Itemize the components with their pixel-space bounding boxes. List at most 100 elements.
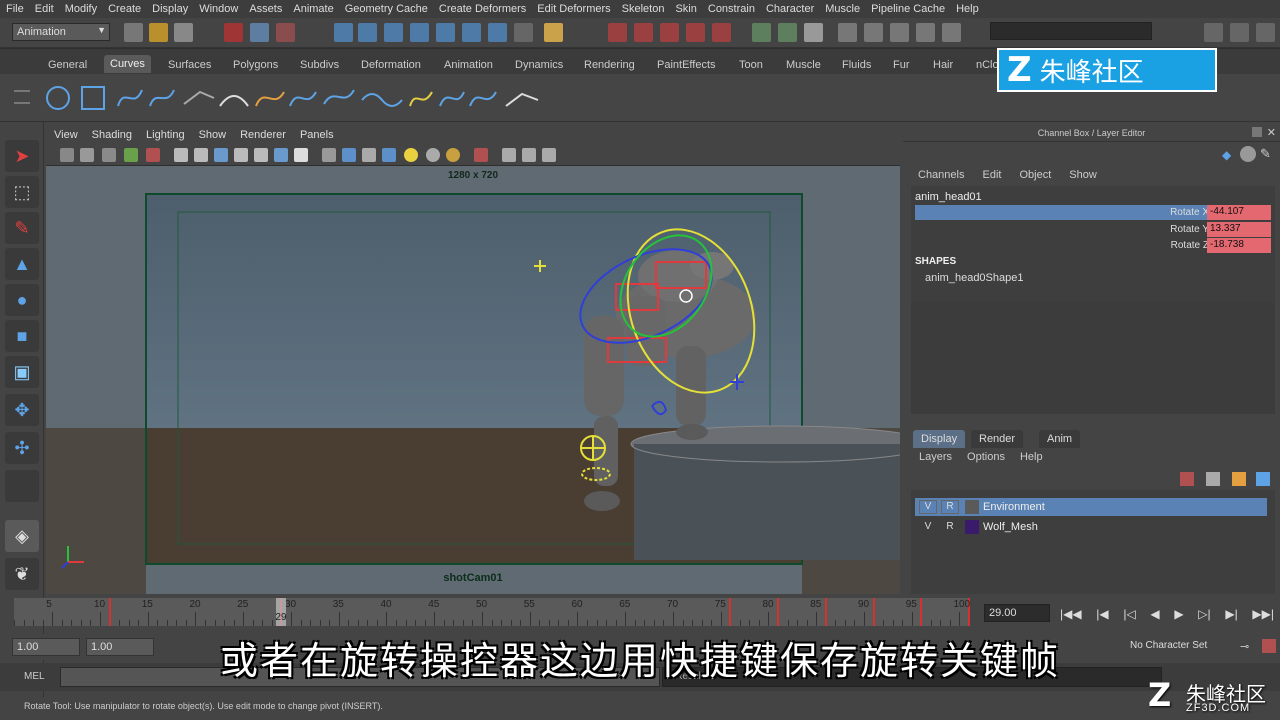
shelf-tab-toon[interactable]: Toon [739, 59, 763, 71]
layer-reference-toggle[interactable]: R [941, 500, 959, 514]
menu-skeleton[interactable]: Skeleton [622, 3, 665, 15]
keyframe-marker[interactable] [872, 598, 875, 626]
two-d-pan-icon[interactable] [146, 148, 160, 162]
shelf-tab-subdivs[interactable]: Subdivs [300, 59, 339, 71]
shelf-tab-surfaces[interactable]: Surfaces [168, 59, 211, 71]
scale-tool-icon[interactable]: ■ [5, 320, 39, 352]
select-component-icon[interactable] [276, 23, 295, 42]
object-name[interactable]: anim_head01 [915, 191, 982, 203]
high-quality-icon[interactable] [446, 148, 460, 162]
menu-create[interactable]: Create [108, 3, 141, 15]
channel-box-menu-edit[interactable]: Edit [982, 169, 1001, 181]
help-icon[interactable] [514, 23, 533, 42]
time-slider[interactable]: 5 10 15 20 25 30 35 40 45 50 55 60 65 70 75 80 85 90 95 100… [14, 598, 970, 626]
channel-box-menu-show[interactable]: Show [1069, 169, 1097, 181]
panel-layout-2-icon[interactable] [1230, 23, 1249, 42]
show-manipulator-icon[interactable]: ✣ [5, 432, 39, 464]
render-frame-icon[interactable] [634, 23, 653, 42]
step-forward-key-icon[interactable]: ▷| [1198, 607, 1210, 621]
shelf-menu-icon[interactable] [14, 90, 30, 104]
menu-muscle[interactable]: Muscle [825, 3, 860, 15]
safe-action-icon[interactable] [274, 148, 288, 162]
input-line-icon[interactable] [752, 23, 771, 42]
save-scene-icon[interactable] [174, 23, 193, 42]
xray-joints-icon[interactable] [522, 148, 536, 162]
camera-attributes-icon[interactable] [80, 148, 94, 162]
menu-edit-deformers[interactable]: Edit Deformers [537, 3, 610, 15]
shape-name[interactable]: anim_head0Shape1 [925, 272, 1023, 284]
menu-file[interactable]: File [6, 3, 24, 15]
layer-visibility-toggle[interactable]: V [919, 500, 937, 514]
keyframe-marker[interactable] [824, 598, 827, 626]
snap-view-icon[interactable] [462, 23, 481, 42]
layer-row-environment[interactable]: V R Environment [915, 498, 1267, 516]
layer-row-wolf-mesh[interactable]: V R Wolf_Mesh [915, 518, 1267, 536]
attr-rotate-x[interactable]: Rotate X -44.107 [915, 205, 1271, 220]
history-icon[interactable] [608, 23, 627, 42]
select-tool-icon[interactable]: ➤ [5, 140, 39, 172]
viewport-menu-panels[interactable]: Panels [300, 129, 334, 141]
move-layer-up-icon[interactable] [1232, 472, 1246, 486]
smooth-shade-icon[interactable] [342, 148, 356, 162]
shelf-tab-polygons[interactable]: Polygons [233, 59, 278, 71]
render-settings-icon[interactable] [686, 23, 705, 42]
shelf-tab-curves[interactable]: Curves [104, 55, 151, 73]
xray-active-icon[interactable] [542, 148, 556, 162]
select-by-name-icon[interactable] [778, 23, 797, 42]
shelf-tab-muscle[interactable]: Muscle [786, 59, 821, 71]
move-tool-icon[interactable]: ▲ [5, 248, 39, 280]
step-back-key-icon[interactable]: |◁ [1123, 607, 1135, 621]
shadows-icon[interactable] [426, 148, 440, 162]
shelf-tab-dynamics[interactable]: Dynamics [515, 59, 563, 71]
tool-settings-toggle-icon[interactable]: ✎ [1260, 146, 1271, 162]
tab-render[interactable]: Render [971, 430, 1024, 448]
window-icon[interactable] [942, 23, 961, 42]
layer-color-swatch[interactable] [965, 520, 979, 534]
attr-rotate-y[interactable]: Rotate Y 13.337 [915, 222, 1271, 237]
play-forwards-icon[interactable]: ▶ [1174, 607, 1183, 621]
universal-manipulator-icon[interactable]: ▣ [5, 356, 39, 388]
new-scene-icon[interactable] [124, 23, 143, 42]
shelf-tab-fluids[interactable]: Fluids [842, 59, 871, 71]
isolate-select-icon[interactable] [474, 148, 488, 162]
shelf-tab-fur[interactable]: Fur [893, 59, 910, 71]
step-forward-frame-icon[interactable]: ▶| [1225, 607, 1237, 621]
current-frame-field[interactable]: 29.00 [984, 604, 1050, 622]
keyframe-marker[interactable] [108, 598, 111, 626]
menu-constrain[interactable]: Constrain [708, 3, 755, 15]
viewport-menu-view[interactable]: View [54, 129, 78, 141]
resolution-gate-icon[interactable] [214, 148, 228, 162]
curve-tools-icons[interactable] [44, 82, 544, 114]
select-object-icon[interactable] [250, 23, 269, 42]
xray-icon[interactable] [502, 148, 516, 162]
layer-visibility-toggle[interactable]: V [919, 520, 937, 534]
bookmark-icon[interactable] [102, 148, 116, 162]
single-perspective-layout-icon[interactable]: ◈ [5, 520, 39, 552]
last-tool-icon[interactable] [5, 470, 39, 502]
layer-editor-icon[interactable] [916, 23, 935, 42]
snap-plane-icon[interactable] [410, 23, 429, 42]
ipr-render-icon[interactable] [660, 23, 679, 42]
channel-box-toggle-icon[interactable]: ◆ [1222, 148, 1236, 162]
shelf-tab-animation[interactable]: Animation [444, 59, 493, 71]
channel-box-menu-channels[interactable]: Channels [918, 169, 964, 181]
mel-label[interactable]: MEL [24, 671, 45, 682]
menu-create-deformers[interactable]: Create Deformers [439, 3, 526, 15]
command-search-field[interactable] [990, 22, 1152, 40]
step-back-frame-icon[interactable]: |◀ [1096, 607, 1108, 621]
new-layer-icon[interactable] [1180, 472, 1194, 486]
shelf-tab-rendering[interactable]: Rendering [584, 59, 635, 71]
float-panel-icon[interactable] [1252, 127, 1262, 137]
attribute-editor-icon[interactable] [804, 23, 823, 42]
menu-set-dropdown[interactable]: Animation ▼ [12, 23, 110, 41]
tab-display[interactable]: Display [913, 430, 966, 448]
magnet-icon[interactable] [488, 23, 507, 42]
wireframe-icon[interactable] [322, 148, 336, 162]
hypershade-icon[interactable] [712, 23, 731, 42]
menu-edit[interactable]: Edit [35, 3, 54, 15]
image-plane-icon[interactable] [124, 148, 138, 162]
go-to-end-icon[interactable]: ▶▶| [1252, 607, 1274, 621]
shelf-tab-deformation[interactable]: Deformation [361, 59, 421, 71]
viewport-menu-lighting[interactable]: Lighting [146, 129, 185, 141]
snap-grid-icon[interactable] [334, 23, 353, 42]
